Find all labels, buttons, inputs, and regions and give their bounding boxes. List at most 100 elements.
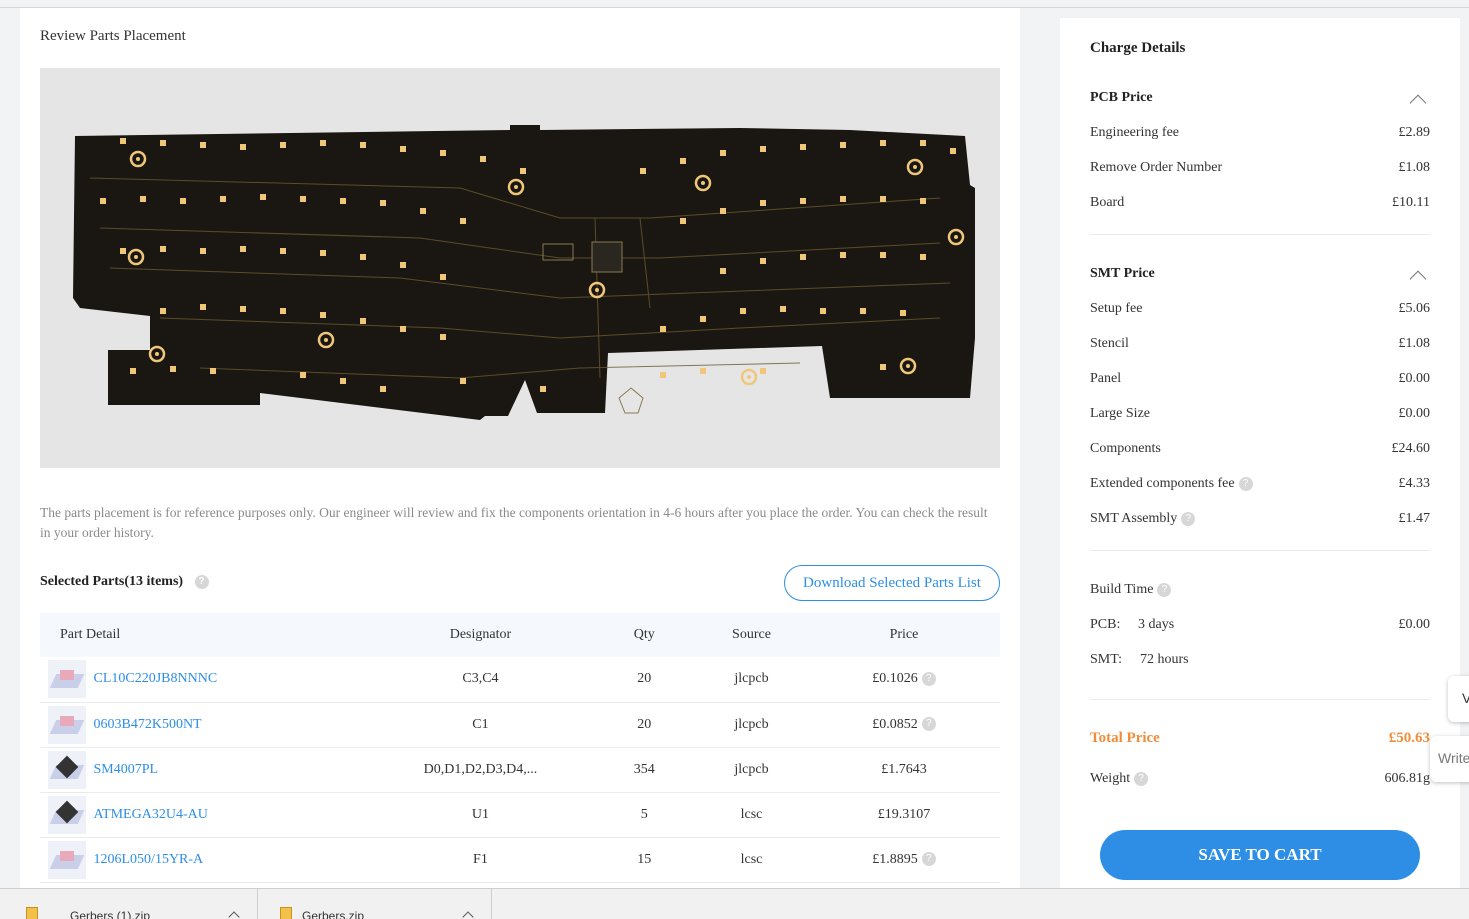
download-item[interactable]: Gerbers (1).zip — [0, 889, 258, 919]
part-link[interactable]: ATMEGA32U4-AU — [94, 807, 208, 822]
help-icon[interactable]: ? — [1181, 511, 1196, 526]
price-cell: £1.8895? — [808, 837, 1000, 882]
charge-label: Board — [1090, 195, 1125, 210]
build-pcb-label: PCB: — [1090, 617, 1121, 632]
part-thumbnail[interactable] — [48, 840, 86, 879]
build-time-label: Build Time? — [1090, 582, 1172, 598]
weight-label-text: Weight — [1090, 771, 1131, 786]
charge-row: Stencil £1.08 — [1090, 336, 1430, 356]
build-pcb-value: 3 days — [1138, 617, 1175, 632]
charge-value: £2.89 — [1398, 125, 1431, 140]
part-link[interactable]: CL10C220JB8NNNC — [94, 671, 218, 686]
download-parts-list-button[interactable]: Download Selected Parts List — [784, 565, 1000, 601]
part-link[interactable]: SM4007PL — [94, 762, 159, 777]
pcb-board-image — [73, 125, 975, 420]
zip-file-icon — [280, 907, 292, 919]
help-icon[interactable]: ? — [1238, 476, 1253, 491]
download-item[interactable]: Gerbers.zip — [258, 889, 492, 919]
qty-cell: 5 — [640, 806, 648, 822]
price-value: £1.7643 — [881, 761, 927, 777]
help-icon[interactable]: ? — [921, 717, 936, 732]
designator-cell: C3,C4 — [462, 671, 499, 687]
charge-row: Panel £0.00 — [1090, 371, 1430, 391]
price-cell: £0.1026? — [808, 657, 1000, 702]
table-header-row: Part Detail Designator Qty Source Price — [40, 613, 1000, 657]
charge-value: £1.47 — [1398, 511, 1431, 526]
part-link[interactable]: 1206L050/15YR-A — [94, 852, 204, 867]
charge-label: Large Size — [1090, 406, 1150, 421]
total-price-row: Total Price £50.63 — [1090, 730, 1430, 750]
source-cell: jlcpcb — [734, 671, 769, 687]
charge-row: Engineering fee £2.89 — [1090, 125, 1430, 145]
help-icon[interactable]: ? — [1157, 582, 1172, 597]
chevron-up-icon[interactable] — [228, 911, 240, 919]
charge-row: SMT Assembly? £1.47 — [1090, 511, 1430, 531]
help-icon[interactable]: ? — [1134, 771, 1149, 786]
charge-label: Remove Order Number — [1090, 160, 1223, 175]
charge-row: Board £10.11 — [1090, 195, 1430, 215]
source-cell: jlcpcb — [734, 761, 769, 777]
col-qty: Qty — [633, 627, 655, 642]
charge-label: Stencil — [1090, 336, 1129, 351]
source-cell: lcsc — [740, 851, 763, 867]
charge-row: Setup fee £5.06 — [1090, 301, 1430, 321]
chevron-up-icon[interactable] — [1409, 94, 1427, 112]
divider — [1090, 550, 1430, 551]
charge-row: Remove Order Number £1.08 — [1090, 160, 1430, 180]
selected-parts-table: Part Detail Designator Qty Source Price … — [40, 613, 1000, 883]
charge-value: £24.60 — [1391, 441, 1431, 456]
charge-value: £0.00 — [1398, 406, 1431, 421]
download-bar: Gerbers (1).zip Gerbers.zip — [0, 888, 1469, 919]
price-value: £0.0852 — [872, 716, 918, 732]
part-thumbnail[interactable] — [48, 795, 86, 834]
write-feedback-widget[interactable]: Write — [1430, 736, 1469, 782]
price-value: £19.3107 — [877, 806, 931, 822]
build-time-pcb-row: PCB: 3 days £0.00 — [1090, 617, 1430, 637]
price-cell: £1.7643 — [808, 747, 1000, 792]
charge-value: £10.11 — [1392, 195, 1430, 210]
part-link[interactable]: 0603B472K500NT — [94, 717, 202, 732]
pcb-preview — [40, 68, 1000, 468]
chevron-up-icon[interactable] — [1409, 270, 1427, 288]
price-cell: £19.3107 — [808, 792, 1000, 837]
build-smt-label: SMT: — [1090, 652, 1122, 667]
charge-label-text: SMT Assembly — [1090, 511, 1178, 526]
placement-note: The parts placement is for reference pur… — [40, 505, 988, 540]
table-row: CL10C220JB8NNNC C3,C4 20 jlcpcb £0.1026? — [40, 657, 1000, 702]
charge-label: Panel — [1090, 371, 1122, 386]
qty-cell: 354 — [633, 761, 655, 777]
designator-cell: C1 — [472, 716, 489, 732]
weight-label: Weight? — [1090, 771, 1149, 787]
total-price-label: Total Price — [1090, 730, 1160, 746]
help-icon[interactable]: ? — [921, 852, 936, 867]
charge-row: Large Size £0.00 — [1090, 406, 1430, 426]
part-thumbnail[interactable] — [48, 660, 86, 699]
help-icon[interactable]: ? — [194, 574, 209, 589]
zip-file-icon — [26, 907, 38, 919]
selected-parts-label: Selected Parts(13 items) — [40, 574, 184, 589]
chevron-up-icon[interactable] — [462, 911, 474, 919]
part-thumbnail[interactable] — [48, 750, 86, 789]
designator-cell: D0,D1,D2,D3,D4,... — [423, 761, 538, 777]
charge-label: SMT Assembly? — [1090, 511, 1196, 527]
part-cell: 1206L050/15YR-A — [40, 837, 368, 882]
designator-cell: U1 — [471, 806, 490, 822]
part-cell: ATMEGA32U4-AU — [40, 792, 368, 837]
charge-label: Setup fee — [1090, 301, 1143, 316]
weight-value: 606.81g — [1384, 771, 1431, 786]
col-designator: Designator — [449, 627, 512, 642]
charge-row: Extended components fee? £4.33 — [1090, 476, 1430, 496]
pcb-price-title: PCB Price — [1090, 90, 1153, 105]
charge-value: £1.08 — [1398, 160, 1431, 175]
table-row: 0603B472K500NT C1 20 jlcpcb £0.0852? — [40, 702, 1000, 747]
charge-value: £0.00 — [1398, 371, 1431, 386]
help-icon[interactable]: ? — [921, 672, 936, 687]
table-row: SM4007PL D0,D1,D2,D3,D4,... 354 jlcpcb £… — [40, 747, 1000, 792]
part-thumbnail[interactable] — [48, 705, 86, 744]
source-cell: lcsc — [740, 806, 763, 822]
save-to-cart-button[interactable]: SAVE TO CART — [1100, 830, 1420, 880]
side-widget[interactable]: V — [1448, 676, 1469, 722]
build-time-row: Build Time? — [1090, 582, 1430, 602]
price-value: £0.1026 — [872, 671, 918, 687]
download-filename: Gerbers (1).zip — [70, 909, 151, 919]
